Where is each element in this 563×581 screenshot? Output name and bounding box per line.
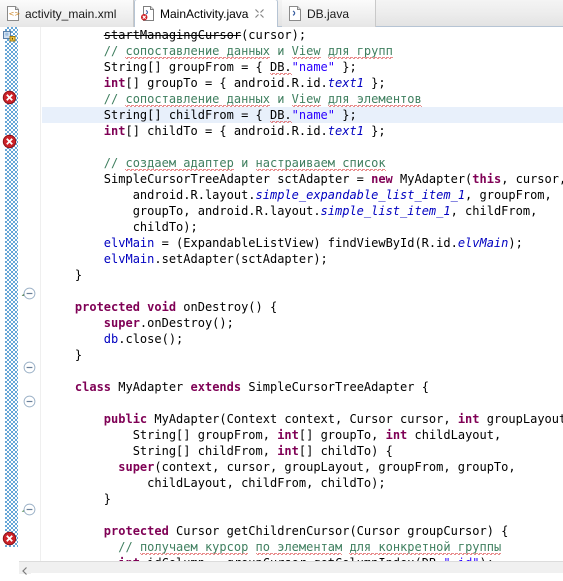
code-line[interactable] — [42, 507, 563, 523]
code-line[interactable]: super(context, cursor, groupLayout, grou… — [42, 459, 563, 475]
code-line[interactable]: super.onDestroy(); — [42, 315, 563, 331]
code-line-text: } — [74, 348, 83, 362]
error-marker-icon[interactable] — [2, 90, 17, 105]
code-line-text: class MyAdapter extends SimpleCursorTree… — [74, 380, 429, 394]
java-file-icon — [288, 6, 302, 21]
tab-mainactivity-java[interactable]: MainActivity.java — [134, 0, 278, 27]
code-line-text: String[] groupFrom = { DB."name" }; — [103, 60, 357, 75]
code-line[interactable]: SimpleCursorTreeAdapter sctAdapter = new… — [42, 171, 563, 187]
code-editor[interactable]: startManagingCursor(cursor); // сопостав… — [0, 27, 563, 575]
code-line-text: public MyAdapter(Context context, Cursor… — [103, 412, 563, 426]
scroll-left-arrow-icon[interactable] — [19, 562, 31, 575]
code-line-text: // создаем адаптер и настраиваем список — [103, 156, 386, 171]
fold-collapse-icon[interactable] — [23, 285, 36, 300]
code-line[interactable]: startManagingCursor(cursor); — [42, 27, 563, 43]
tab-label: MainActivity.java — [160, 6, 249, 21]
xml-file-icon: <> — [6, 6, 20, 21]
code-line-text: int[] groupTo = { android.R.id.text1 }; — [103, 76, 386, 90]
tab-db-java[interactable]: DB.java — [282, 0, 376, 27]
code-line[interactable]: protected void onDestroy() { — [42, 299, 563, 315]
code-line[interactable]: protected Cursor getChildrenCursor(Curso… — [42, 523, 563, 539]
code-line[interactable]: childLayout, childFrom, childTo); — [42, 475, 563, 491]
scrollbar-thumb[interactable] — [32, 563, 332, 573]
code-line-text: // сопоставление данных и View для элеме… — [103, 92, 422, 107]
code-line-text: super(context, cursor, groupLayout, grou… — [118, 460, 516, 474]
fold-collapse-icon[interactable] — [23, 501, 36, 516]
code-line[interactable]: groupTo, android.R.layout.simple_list_it… — [42, 203, 563, 219]
code-line[interactable]: String[] groupFrom, int[] groupTo, int c… — [42, 427, 563, 443]
code-line-text: elvMain = (ExpandableListView) findViewB… — [103, 236, 523, 250]
code-line[interactable]: // создаем адаптер и настраиваем список — [42, 155, 563, 171]
fold-collapse-icon[interactable] — [23, 393, 36, 408]
code-line-text: childTo); — [132, 220, 198, 234]
folding-gutter[interactable] — [19, 27, 41, 561]
code-line-text: protected Cursor getChildrenCursor(Curso… — [103, 524, 509, 538]
tab-activity-main-xml[interactable]: <> activity_main.xml — [0, 0, 134, 27]
code-line[interactable]: } — [42, 491, 563, 507]
code-line-text: childLayout, childFrom, childTo); — [147, 476, 386, 490]
code-line[interactable]: android.R.layout.simple_expandable_list_… — [42, 187, 563, 203]
warning-marker-icon[interactable] — [2, 28, 17, 43]
code-line-text: } — [74, 268, 83, 282]
code-line-text: db.close(); — [103, 332, 184, 346]
code-line[interactable]: childTo); — [42, 219, 563, 235]
code-line-text: protected void onDestroy() { — [74, 300, 278, 314]
code-text-area[interactable]: startManagingCursor(cursor); // сопостав… — [42, 27, 563, 561]
code-line[interactable]: } — [42, 347, 563, 363]
code-line-text: groupTo, android.R.layout.simple_list_it… — [132, 204, 538, 218]
code-line-text: android.R.layout.simple_expandable_list_… — [132, 188, 552, 202]
svg-text:<>: <> — [9, 10, 21, 18]
editor-tab-bar: <> activity_main.xml MainActivity.java D… — [0, 0, 563, 27]
code-line-text: elvMain.setAdapter(sctAdapter); — [103, 252, 328, 266]
fold-collapse-icon[interactable] — [23, 359, 36, 374]
code-line-text: super.onDestroy(); — [103, 316, 234, 330]
code-line[interactable] — [42, 139, 563, 155]
annotation-gutter[interactable] — [0, 27, 19, 561]
code-line[interactable]: elvMain.setAdapter(sctAdapter); — [42, 251, 563, 267]
code-line-text: SimpleCursorTreeAdapter sctAdapter = new… — [103, 172, 563, 186]
code-line[interactable] — [42, 395, 563, 411]
code-line[interactable]: String[] groupFrom = { DB."name" }; — [42, 59, 563, 75]
code-line-text: String[] groupFrom, int[] groupTo, int c… — [132, 428, 502, 442]
code-line[interactable]: } — [42, 267, 563, 283]
code-line[interactable] — [42, 283, 563, 299]
code-line[interactable]: int[] groupTo = { android.R.id.text1 }; — [42, 75, 563, 91]
error-marker-icon[interactable] — [2, 134, 17, 149]
code-line-text: // сопоставление данных и View для групп — [103, 44, 393, 59]
close-icon[interactable] — [254, 8, 265, 19]
error-marker-icon[interactable] — [2, 531, 17, 546]
code-line-text: // получаем курсор по элементам для конк… — [118, 540, 502, 555]
code-line[interactable] — [42, 363, 563, 379]
horizontal-scrollbar[interactable] — [19, 561, 563, 575]
code-line-text: } — [103, 492, 112, 506]
code-line[interactable]: String[] childFrom, int[] childTo) { — [42, 443, 563, 459]
code-line[interactable]: // сопоставление данных и View для элеме… — [42, 91, 563, 107]
code-line[interactable]: db.close(); — [42, 331, 563, 347]
tab-label: DB.java — [307, 6, 350, 21]
code-line[interactable]: elvMain = (ExpandableListView) findViewB… — [42, 235, 563, 251]
code-line[interactable]: String[] childFrom = { DB."name" }; — [42, 107, 563, 123]
code-line-text: String[] childFrom, int[] childTo) { — [132, 444, 393, 458]
java-file-error-icon — [141, 6, 155, 21]
tab-label: activity_main.xml — [25, 6, 117, 21]
code-line[interactable]: // получаем курсор по элементам для конк… — [42, 539, 563, 555]
code-line[interactable]: // сопоставление данных и View для групп — [42, 43, 563, 59]
code-line-text: int[] childTo = { android.R.id.text1 }; — [103, 124, 386, 138]
code-line-text: String[] childFrom = { DB."name" }; — [103, 108, 357, 123]
code-line[interactable]: class MyAdapter extends SimpleCursorTree… — [42, 379, 563, 395]
code-line-text: startManagingCursor(cursor); — [103, 28, 307, 42]
code-line[interactable]: public MyAdapter(Context context, Cursor… — [42, 411, 563, 427]
code-line[interactable]: int[] childTo = { android.R.id.text1 }; — [42, 123, 563, 139]
